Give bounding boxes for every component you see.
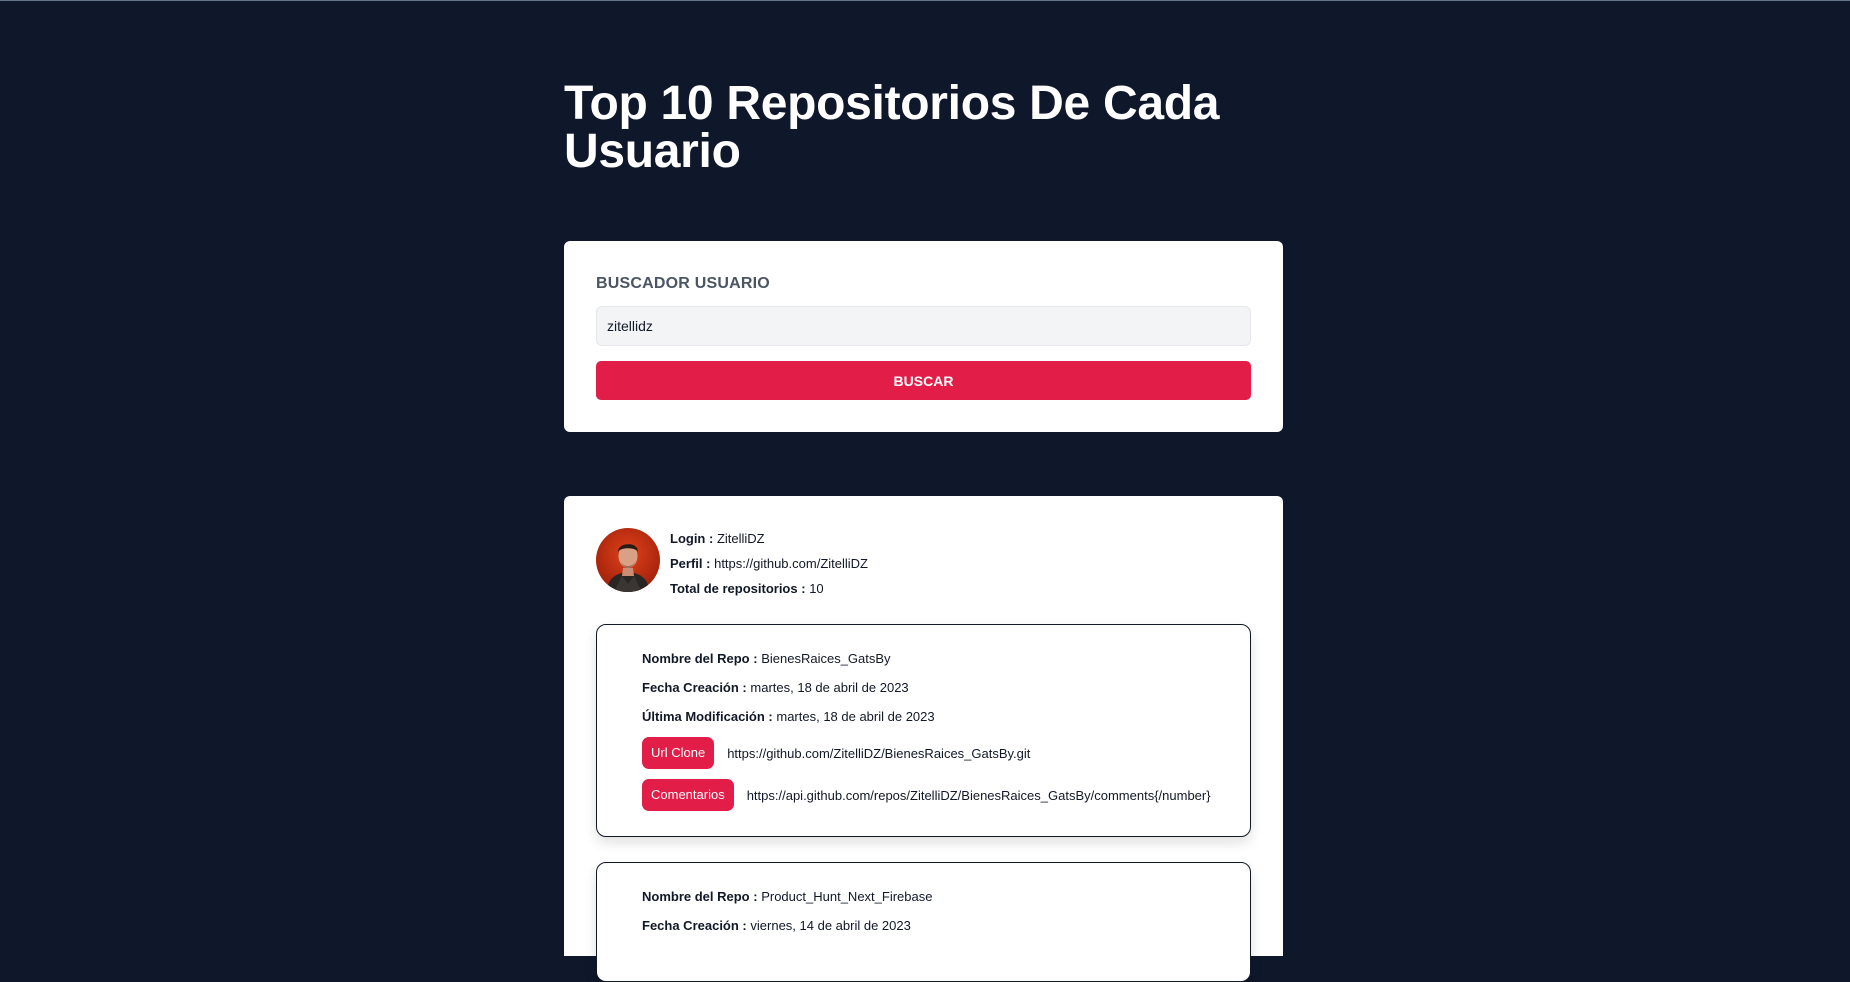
comments-url-row: Comentarios https://api.github.com/repos… <box>642 779 1250 811</box>
comments-button[interactable]: Comentarios <box>642 779 734 811</box>
repo-card: Nombre del Repo : BienesRaices_GatsBy Fe… <box>596 624 1251 837</box>
repo-name-value: BienesRaices_GatsBy <box>761 651 891 666</box>
total-repos-row: Total de repositorios : 10 <box>670 580 868 597</box>
search-button[interactable]: BUSCAR <box>596 361 1251 400</box>
repo-name-value: Product_Hunt_Next_Firebase <box>761 889 933 904</box>
total-repos-value: 10 <box>809 581 824 596</box>
login-label: Login : <box>670 531 714 546</box>
repo-modified-row: Última Modificación : martes, 18 de abri… <box>642 708 1250 725</box>
repo-created-label: Fecha Creación : <box>642 918 747 933</box>
repo-name-label: Nombre del Repo : <box>642 651 758 666</box>
repo-created-label: Fecha Creación : <box>642 680 747 695</box>
url-clone-button[interactable]: Url Clone <box>642 737 715 769</box>
total-repos-label: Total de repositorios : <box>670 581 806 596</box>
repo-name-row: Nombre del Repo : BienesRaices_GatsBy <box>642 650 1250 667</box>
search-input[interactable] <box>596 306 1251 346</box>
user-header: Login : ZitelliDZ Perfil : https://githu… <box>596 528 1251 598</box>
comments-url-text: https://api.github.com/repos/ZitelliDZ/B… <box>746 787 1211 803</box>
user-avatar <box>596 528 660 592</box>
profile-label: Perfil : <box>670 556 711 571</box>
repo-card: Nombre del Repo : Product_Hunt_Next_Fire… <box>596 862 1251 982</box>
top-border-line <box>0 0 1850 1</box>
user-info: Login : ZitelliDZ Perfil : https://githu… <box>670 530 868 605</box>
repo-created-row: Fecha Creación : viernes, 14 de abril de… <box>642 917 1250 934</box>
search-form: BUSCADOR USUARIO BUSCAR <box>564 241 1283 432</box>
profile-row: Perfil : https://github.com/ZitelliDZ <box>670 555 868 572</box>
page-title: Top 10 Repositorios De Cada Usuario <box>564 77 1220 178</box>
clone-url-row: Url Clone https://github.com/ZitelliDZ/B… <box>642 737 1250 769</box>
login-row: Login : ZitelliDZ <box>670 530 868 547</box>
repo-name-row: Nombre del Repo : Product_Hunt_Next_Fire… <box>642 888 1250 905</box>
profile-url: https://github.com/ZitelliDZ <box>714 556 868 571</box>
clone-url-text: https://github.com/ZitelliDZ/BienesRaice… <box>727 745 1031 761</box>
repo-created-row: Fecha Creación : martes, 18 de abril de … <box>642 679 1250 696</box>
avatar-image <box>596 528 660 592</box>
repo-modified-value: martes, 18 de abril de 2023 <box>776 709 935 724</box>
repo-name-label: Nombre del Repo : <box>642 889 758 904</box>
search-label: BUSCADOR USUARIO <box>596 275 770 292</box>
repo-created-value: martes, 18 de abril de 2023 <box>750 680 909 695</box>
login-value: ZitelliDZ <box>716 531 765 546</box>
repo-created-value: viernes, 14 de abril de 2023 <box>750 918 911 933</box>
repo-modified-label: Última Modificación : <box>642 709 773 724</box>
user-results-card: Login : ZitelliDZ Perfil : https://githu… <box>564 496 1283 982</box>
